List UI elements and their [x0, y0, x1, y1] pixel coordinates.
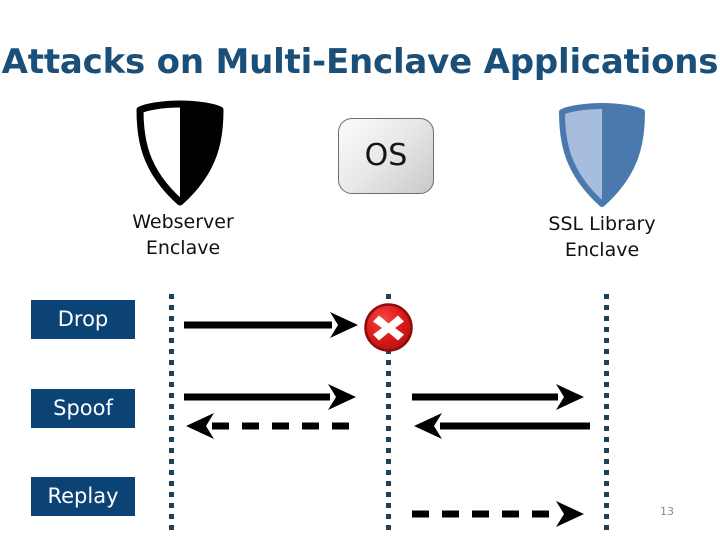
boundary-line-right — [604, 294, 609, 532]
os-label: OS — [364, 138, 408, 173]
attack-label-drop-text: Drop — [57, 307, 109, 331]
boundary-line-left — [169, 294, 174, 532]
arrow-replay-right — [412, 501, 584, 527]
attack-label-replay-text: Replay — [47, 484, 119, 508]
webserver-caption-line2: Enclave — [145, 236, 221, 259]
ssl-caption-line2: Enclave — [564, 238, 640, 261]
shield-icon-webserver — [132, 98, 228, 208]
arrow-spoof-left-bottom — [186, 413, 360, 439]
ssl-caption-line1: SSL Library — [548, 213, 656, 235]
attack-label-spoof[interactable]: Spoof — [31, 389, 135, 428]
page-number: 13 — [660, 505, 674, 518]
os-box: OS — [338, 118, 434, 194]
webserver-caption-line1: Webserver — [132, 211, 234, 233]
shield-icon-ssl — [554, 100, 650, 210]
arrow-drop-left-to-os — [184, 312, 358, 338]
ssl-enclave-caption: SSL Library Enclave — [502, 212, 702, 263]
arrow-spoof-right-bottom — [414, 413, 590, 439]
webserver-enclave-caption: Webserver Enclave — [80, 210, 286, 261]
arrow-spoof-left-top — [184, 384, 356, 410]
attack-label-replay[interactable]: Replay — [31, 477, 135, 516]
attack-label-spoof-text: Spoof — [53, 396, 113, 420]
attack-label-drop[interactable]: Drop — [31, 300, 135, 339]
arrow-spoof-right-top — [412, 384, 584, 410]
x-circle-icon — [362, 301, 415, 354]
page-title: Attacks on Multi-Enclave Applications — [1, 42, 719, 82]
slide-canvas: Attacks on Multi-Enclave Applications OS… — [0, 0, 720, 540]
